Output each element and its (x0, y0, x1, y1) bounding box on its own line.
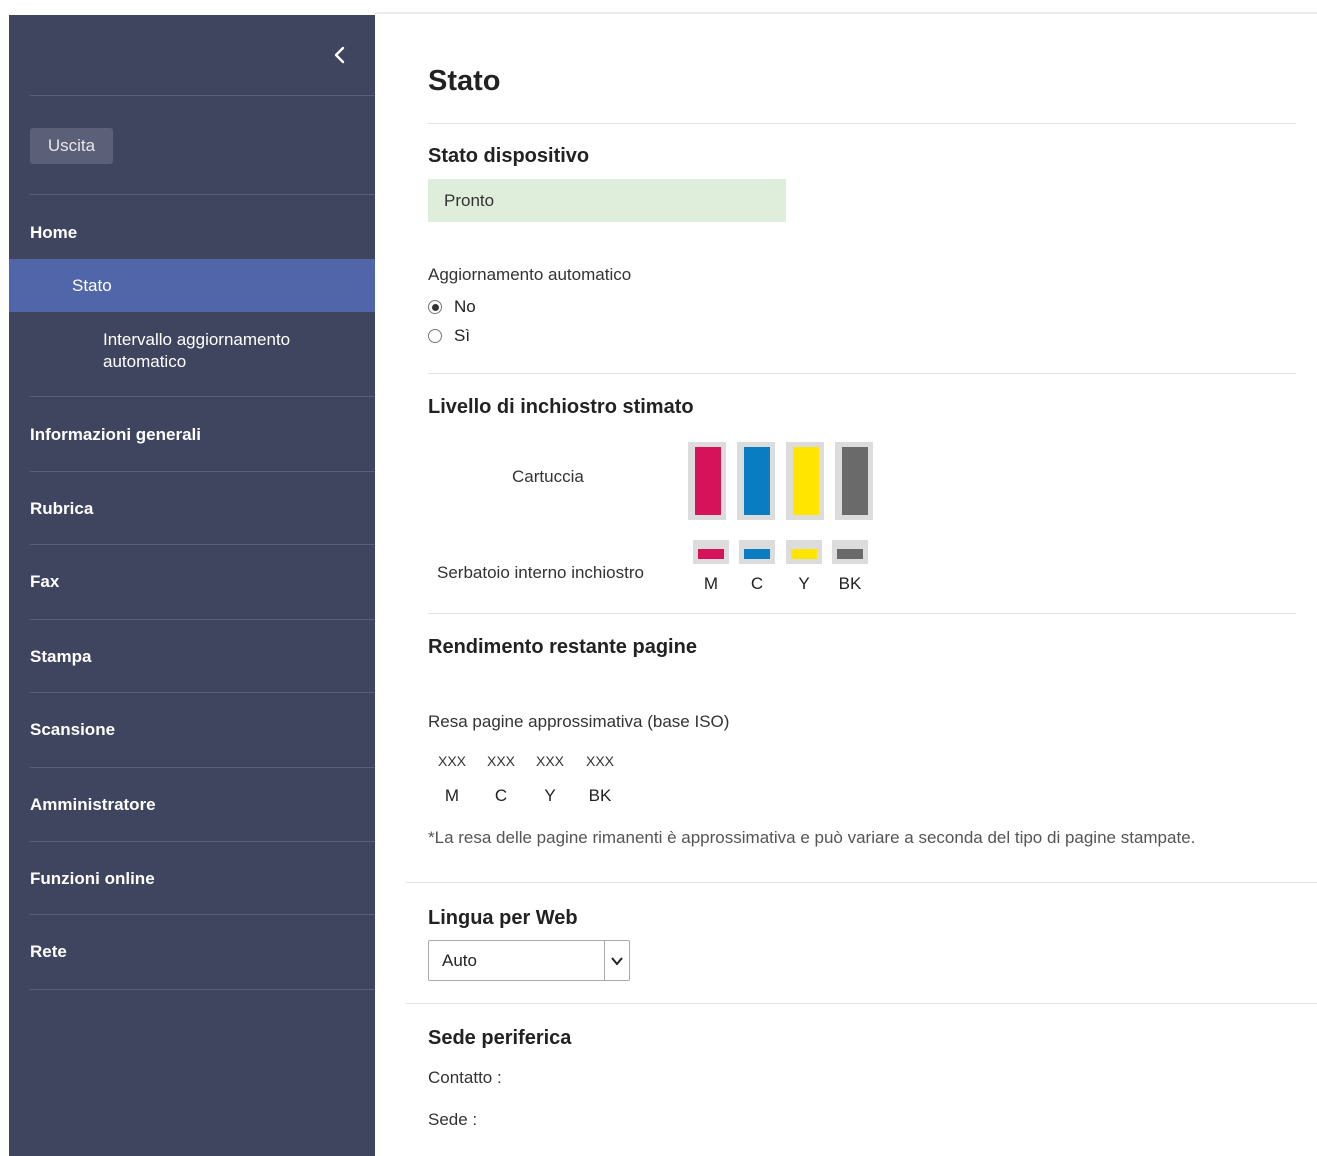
ink-level-heading: Livello di inchiostro stimato (428, 396, 694, 418)
ink-fill (695, 447, 721, 515)
page-yield-heading: Rendimento restante pagine (428, 636, 697, 658)
top-border (375, 12, 1317, 14)
radio-label: No (454, 297, 476, 316)
auto-refresh-label: Aggiornamento automatico (428, 265, 632, 284)
auto-refresh-radio-yes[interactable]: Sì (428, 326, 470, 346)
page-yield-note: *La resa delle pagine rimanenti è appros… (428, 828, 1196, 847)
tank-cyan (739, 540, 775, 564)
location-heading: Sede periferica (428, 1027, 572, 1049)
status-badge: Pronto (428, 179, 786, 222)
sidebar-divider (30, 471, 375, 472)
sidebar-divider (30, 619, 375, 620)
sidebar-divider (30, 914, 375, 915)
tank-black (832, 540, 868, 564)
yield-value-y: XXX (535, 753, 564, 769)
ink-fill (793, 447, 819, 515)
ink-fill (842, 447, 868, 515)
section-divider (428, 123, 1296, 124)
sidebar-divider (30, 841, 375, 842)
section-divider (406, 1003, 1317, 1004)
ink-fill (744, 447, 770, 515)
chevron-left-icon[interactable] (328, 43, 352, 67)
sidebar-divider (30, 544, 375, 545)
sidebar-item-administrator[interactable]: Amministratore (30, 795, 156, 815)
sidebar-item-label: Stato (72, 275, 112, 295)
sidebar-item-home[interactable]: Home (30, 223, 77, 243)
ink-fill (791, 549, 817, 559)
ink-fill (744, 549, 770, 559)
device-status-value: Pronto (444, 190, 495, 210)
sidebar-divider (30, 95, 375, 96)
cartridge-magenta (688, 442, 726, 520)
sidebar: Uscita Home Stato Intervallo aggiornamen… (9, 15, 375, 1156)
yield-label-m: M (444, 786, 460, 805)
sidebar-divider (30, 194, 375, 195)
ink-label-m: M (703, 574, 719, 593)
sidebar-item-status[interactable]: Stato (9, 259, 375, 312)
page-title: Stato (428, 65, 501, 97)
sidebar-item-network[interactable]: Rete (30, 942, 67, 962)
cartridge-black (835, 442, 873, 520)
sidebar-item-scan[interactable]: Scansione (30, 720, 115, 740)
ink-fill (837, 549, 863, 559)
yield-value-bk: XXX (585, 753, 614, 769)
sidebar-item-online-functions[interactable]: Funzioni online (30, 869, 155, 889)
section-divider (406, 882, 1317, 883)
ink-tank-label: Serbatoio interno inchiostro (437, 563, 644, 582)
ink-fill (698, 549, 724, 559)
language-select-value: Auto (442, 951, 477, 970)
cartridge-cyan (737, 442, 775, 520)
web-language-heading: Lingua per Web (428, 907, 578, 929)
yield-value-m: XXX (437, 753, 466, 769)
yield-label-c: C (494, 786, 508, 805)
yield-label-bk: BK (588, 786, 612, 805)
sidebar-item-general-info[interactable]: Informazioni generali (30, 425, 201, 445)
cartridge-yellow (786, 442, 824, 520)
cartridge-label: Cartuccia (512, 467, 584, 486)
ink-label-bk: BK (838, 574, 862, 593)
yield-value-c: XXX (486, 753, 515, 769)
location-label: Sede : (428, 1110, 478, 1129)
tank-magenta (693, 540, 729, 564)
radio-unselected-icon[interactable] (428, 329, 442, 343)
chevron-down-icon[interactable] (604, 941, 629, 980)
main-content: Stato Stato dispositivo Pronto Aggiornam… (375, 15, 1317, 1156)
section-divider (428, 613, 1296, 614)
sidebar-divider (30, 767, 375, 768)
ink-label-y: Y (798, 574, 810, 593)
yield-label-y: Y (544, 786, 556, 805)
sidebar-item-auto-refresh-interval[interactable]: Intervallo aggiornamento automatico (103, 329, 343, 373)
radio-selected-icon[interactable] (428, 300, 442, 314)
sidebar-divider (30, 692, 375, 693)
device-status-heading: Stato dispositivo (428, 145, 590, 167)
sidebar-item-print[interactable]: Stampa (30, 647, 91, 667)
sidebar-divider (30, 989, 375, 990)
auto-refresh-radio-no[interactable]: No (428, 297, 476, 317)
sidebar-item-fax[interactable]: Fax (30, 572, 59, 592)
ink-label-c: C (750, 574, 764, 593)
sidebar-divider (30, 396, 375, 397)
logout-button[interactable]: Uscita (30, 128, 113, 164)
page-yield-label: Resa pagine approssimativa (base ISO) (428, 712, 730, 731)
tank-yellow (786, 540, 822, 564)
section-divider (428, 373, 1296, 374)
contact-label: Contatto : (428, 1068, 502, 1087)
sidebar-item-address-book[interactable]: Rubrica (30, 499, 93, 519)
language-select[interactable]: Auto (428, 940, 630, 981)
radio-label: Sì (454, 326, 471, 345)
